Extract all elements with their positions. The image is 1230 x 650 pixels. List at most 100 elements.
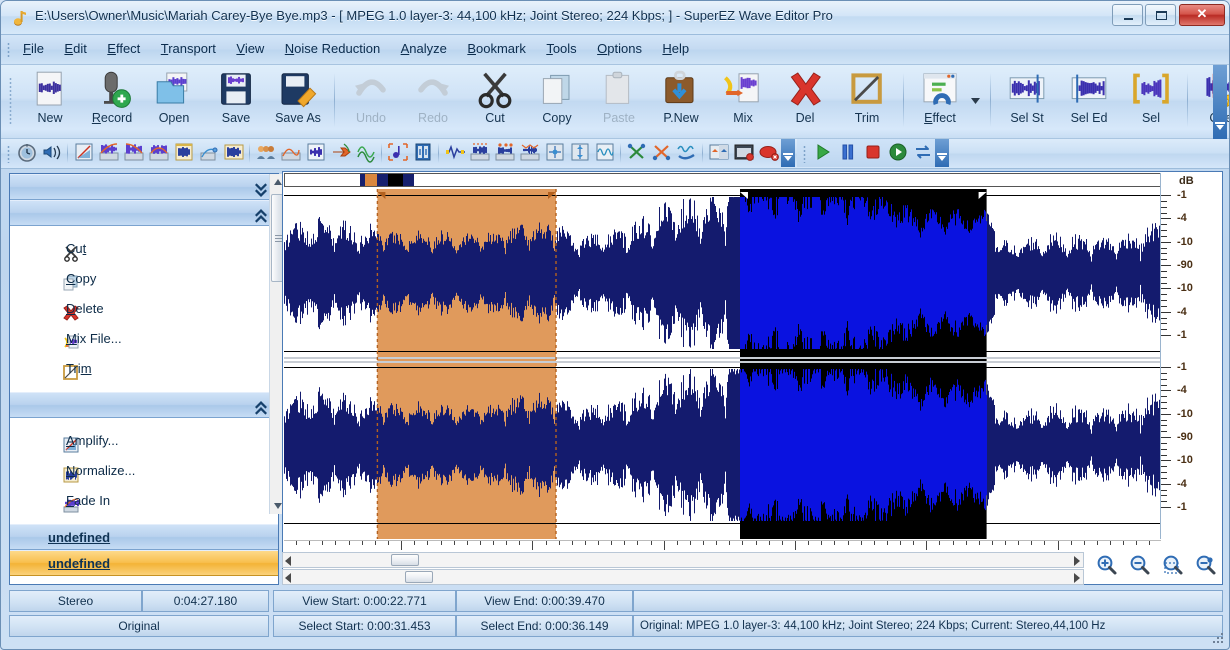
zoom-full-button[interactable] [1190, 552, 1221, 578]
small-fade-in-button[interactable] [96, 141, 121, 166]
menu-tools[interactable]: Tools [538, 35, 584, 64]
small-split-view-button[interactable] [706, 141, 731, 166]
toolbar-save-button[interactable]: Save [205, 65, 267, 135]
hscroll-thumb-bottom[interactable] [405, 571, 433, 583]
small-noise-reduce-2-button[interactable] [492, 141, 517, 166]
toolbar-effect-button[interactable]: Effect [909, 65, 971, 135]
toolbar-copy-button[interactable]: Copy [526, 65, 588, 135]
toolbar-mix-button[interactable]: Mix [712, 65, 774, 135]
menu-help[interactable]: Help [654, 35, 697, 64]
toolbar-del-button[interactable]: Del [774, 65, 836, 135]
horizontal-scrollbar-bottom[interactable] [282, 569, 1084, 585]
menu-transport[interactable]: Transport [153, 35, 224, 64]
menu-drag-grip[interactable] [7, 42, 10, 57]
horizontal-scrollbar-top[interactable] [282, 552, 1084, 568]
sidebar-item-fade-in[interactable]: Fade In [10, 486, 278, 516]
toolbar-sel-st-button[interactable]: Sel St [996, 65, 1058, 135]
waveform-svg[interactable] [284, 189, 1161, 539]
small-loop-button[interactable] [910, 141, 935, 166]
sidebar-item-amplify[interactable]: Amplify... [10, 426, 278, 456]
waveform-canvas[interactable] [284, 189, 1161, 539]
menu-options[interactable]: Options [589, 35, 650, 64]
menu-effect[interactable]: Effect [99, 35, 148, 64]
scroll-right-arrow-icon-2[interactable] [1072, 573, 1080, 583]
sidebar-section-quick-edit-header[interactable]: undefined [10, 550, 278, 576]
small-tempo-change-button[interactable] [410, 141, 435, 166]
small-stop-button[interactable] [860, 141, 885, 166]
toolbar-new-button[interactable]: New [19, 65, 81, 135]
small-batch-window-button[interactable] [731, 141, 756, 166]
sidebar-section-effects-header[interactable] [10, 392, 278, 418]
small-resample-button[interactable] [353, 141, 378, 166]
small-convert-format-button[interactable] [328, 141, 353, 166]
zoom-out-button[interactable] [1124, 552, 1155, 578]
menu-view[interactable]: View [228, 35, 272, 64]
small-statistics-button[interactable] [221, 141, 246, 166]
small-noise-reduce-1-button[interactable] [467, 141, 492, 166]
toolbar-record-button[interactable]: Record [81, 65, 143, 135]
small-play-button[interactable] [810, 141, 835, 166]
sidebar-section-edit-header[interactable] [10, 200, 278, 226]
small-spectrum-button[interactable] [303, 141, 328, 166]
small-scissors-orange-button[interactable] [649, 141, 674, 166]
toolbar-cut-button[interactable]: Cut [464, 65, 526, 135]
toolbar-p-new-button[interactable]: P.New [650, 65, 712, 135]
small-fade-out-button[interactable] [121, 141, 146, 166]
small-pitch-shift-button[interactable] [385, 141, 410, 166]
small-toolbar-overflow-2[interactable] [935, 139, 949, 167]
hscroll-thumb-top[interactable] [391, 554, 419, 566]
sidebar-item-copy[interactable]: Copy [10, 264, 278, 294]
small-normalize-button[interactable] [171, 141, 196, 166]
menu-noise-reduction[interactable]: Noise Reduction [277, 35, 388, 64]
sidebar-item-delete[interactable]: Delete [10, 294, 278, 324]
toolbar-trim-button[interactable]: Trim [836, 65, 898, 135]
sidebar-item-trim[interactable]: Trim [10, 354, 278, 384]
sidebar-item-cut[interactable]: Cut [10, 234, 278, 264]
overview-strip[interactable] [284, 173, 1161, 187]
small-noise-reduce-3-button[interactable] [517, 141, 542, 166]
sidebar-section-files-header[interactable] [10, 174, 278, 200]
sidebar-section-favorites-header[interactable]: undefined [10, 524, 278, 550]
small-envelope-button[interactable] [196, 141, 221, 166]
small-waveform-clean-button[interactable] [442, 141, 467, 166]
maximize-button[interactable] [1145, 4, 1176, 26]
small-toolbar-grip[interactable] [7, 145, 10, 163]
small-play-selection-button[interactable] [885, 141, 910, 166]
zoom-in-button[interactable] [1091, 552, 1122, 578]
toolbar-sel-ed-button[interactable]: Sel Ed [1058, 65, 1120, 135]
small-pop-remove-button[interactable] [567, 141, 592, 166]
small-eq-curve-button[interactable] [278, 141, 303, 166]
small-hiss-remove-button[interactable] [592, 141, 617, 166]
minimize-button[interactable] [1112, 4, 1143, 26]
menu-file[interactable]: File [15, 35, 52, 64]
toolbar-open-button[interactable]: Open [143, 65, 205, 135]
small-stop-record-button[interactable] [756, 141, 781, 166]
menu-analyze[interactable]: Analyze [393, 35, 455, 64]
toolbar-sel-button[interactable]: Sel [1120, 65, 1182, 135]
small-stopwatch-timer-button[interactable] [14, 141, 39, 166]
small-channel-mixer-button[interactable] [253, 141, 278, 166]
small-crossfade-button[interactable] [146, 141, 171, 166]
effect-dropdown-arrow[interactable] [971, 65, 985, 135]
resize-grip-icon[interactable] [1211, 631, 1225, 645]
small-amplify-button[interactable] [71, 141, 96, 166]
menu-edit[interactable]: Edit [56, 35, 94, 64]
small-smooth-wave-button[interactable] [674, 141, 699, 166]
toolbar-save-as-button[interactable]: Save As [267, 65, 329, 135]
menu-bookmark[interactable]: Bookmark [459, 35, 534, 64]
small-click-remove-button[interactable] [542, 141, 567, 166]
small-pause-button[interactable] [835, 141, 860, 166]
toolbar-overflow-button[interactable] [1213, 65, 1227, 139]
toolbar-drag-grip[interactable] [9, 77, 12, 125]
close-button[interactable]: ✕ [1179, 4, 1225, 26]
sidebar-item-normalize[interactable]: Normalize... [10, 456, 278, 486]
zoom-selection-button[interactable] [1157, 552, 1188, 578]
sidebar-item-mix-file[interactable]: Mix File... [10, 324, 278, 354]
small-speaker-mute-button[interactable] [39, 141, 64, 166]
scroll-left-arrow-icon-2[interactable] [285, 573, 293, 583]
scroll-left-arrow-icon[interactable] [285, 556, 293, 566]
small-toolbar-overflow-1[interactable] [781, 139, 795, 167]
small-scissors-green-button[interactable] [624, 141, 649, 166]
scroll-right-arrow-icon[interactable] [1072, 556, 1080, 566]
transport-grip[interactable] [803, 145, 806, 163]
